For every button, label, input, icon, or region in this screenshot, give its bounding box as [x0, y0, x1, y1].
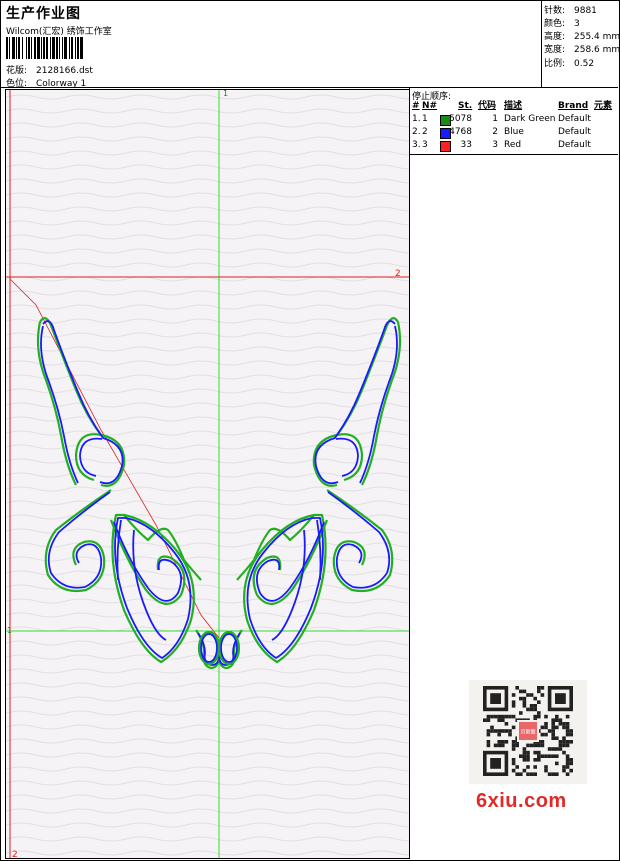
design-value: 2128166.dst [36, 66, 93, 76]
embroidery-preview: 1 2 1 2 [5, 89, 410, 859]
studio-name: Wilcom(汇宏) 绣饰工作室 [6, 27, 112, 37]
qr-code-image: 贝斯图 [483, 686, 573, 776]
axis-label-h-right: 2 [395, 269, 401, 279]
col-brand: Brand [558, 101, 589, 111]
stat-width: 宽度: 258.6 mm [544, 45, 620, 55]
col-elem: 元素 [594, 101, 613, 111]
design-canvas: 1 2 1 2 [6, 90, 409, 858]
qr-center-stamp: 贝斯图 [520, 729, 535, 736]
axis-label-v-bottom: 2 [12, 850, 18, 858]
col-n: N# [422, 101, 438, 111]
barcode [6, 37, 146, 59]
watermark-logo: 6xiu.com [476, 790, 567, 812]
stat-scale: 比例: 0.52 [544, 59, 595, 69]
col-code: 代码 [478, 101, 497, 111]
table-row: 3. 3 33 3 Red Default [412, 140, 591, 152]
table-row: 1. 1 5078 1 Dark Green Default [412, 114, 591, 126]
qr-code: 贝斯图 [469, 680, 587, 784]
stat-stitches: 针数: 9881 [544, 6, 597, 16]
axis-label-v-top: 1 [223, 90, 228, 98]
table-bottom-rule [410, 154, 618, 155]
table-header: # N# St. 代码 描述 Brand 元素 [410, 100, 618, 113]
stat-height: 高度: 255.4 mm [544, 32, 620, 42]
header-info: 生产作业图 Wilcom(汇宏) 绣饰工作室 花版: 2128166.dst 色位… [1, 1, 541, 89]
axis-label-h-left: 1 [7, 626, 12, 635]
stats-panel: 针数: 9881 颜色: 3 高度: 255.4 mm 宽度: 258.6 mm 比例:… [541, 1, 620, 87]
page-title: 生产作业图 [6, 6, 81, 22]
stat-colors: 颜色: 3 [544, 19, 580, 29]
col-desc: 描述 [504, 101, 523, 111]
table-row: 2. 2 4768 2 Blue Default [412, 127, 591, 139]
col-idx: # [412, 101, 420, 111]
design-label: 花版: [6, 66, 28, 76]
design-row: 花版: 2128166.dst [6, 63, 93, 76]
sequence-table: # N# St. 代码 描述 Brand 元素 1. 1 5078 1 Dark… [410, 100, 618, 152]
